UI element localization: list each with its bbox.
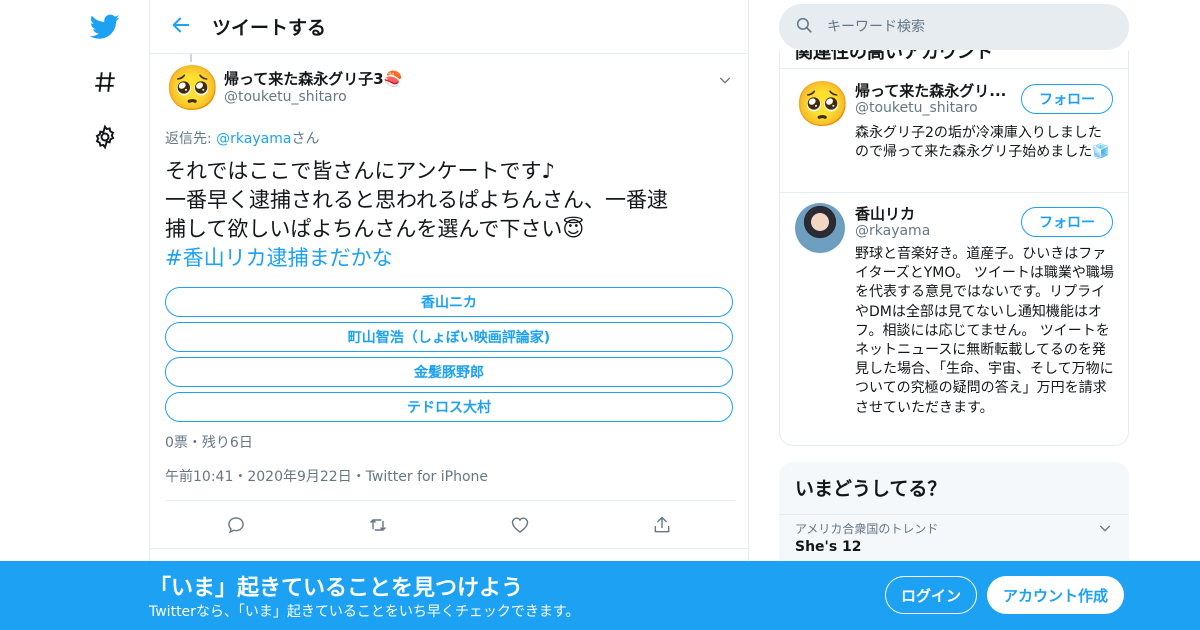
divider xyxy=(780,192,1128,193)
tweet-text: それではここで皆さんにアンケートです♪ 一番早く逮捕されると思われるぱよちんさん… xyxy=(165,157,735,273)
heart-icon[interactable] xyxy=(507,512,533,538)
thread-connector xyxy=(190,54,192,62)
author-name[interactable]: 帰って来た森永グリ子3🍣 xyxy=(224,68,402,89)
trend-location: アメリカ合衆国のトレンド xyxy=(795,522,939,536)
poll-option[interactable]: 町山智浩（しょぼい映画評論家) xyxy=(165,322,733,352)
chevron-down-icon[interactable] xyxy=(1097,520,1113,540)
page-header: ツイートする xyxy=(150,0,748,54)
tweet-actions xyxy=(165,512,735,538)
divider xyxy=(150,548,750,549)
reply-to-line: 返信先: @rkayamaさん xyxy=(165,128,319,148)
user-handle: @touketu_shitaro xyxy=(855,100,978,116)
arrow-left-icon xyxy=(170,14,192,40)
follow-button[interactable]: フォロー xyxy=(1021,207,1113,237)
back-button[interactable] xyxy=(150,0,212,54)
user-bio: 森永グリ子2の垢が冷凍庫入りしましたので帰って来た森永グリ子始めました🧊 xyxy=(855,125,1110,161)
left-nav xyxy=(78,0,134,630)
gear-icon[interactable] xyxy=(90,122,120,152)
user-name[interactable]: 帰って来た森永グリ... xyxy=(855,80,1015,101)
page-title: ツイートする xyxy=(212,17,327,39)
trend-item[interactable]: She's 12 xyxy=(795,539,862,555)
search-bar[interactable] xyxy=(779,4,1129,50)
related-accounts-panel: 関連性の高いアカウント 🥺 帰って来た森永グリ... @touketu_shit… xyxy=(779,50,1129,446)
avatar[interactable]: 🥺 xyxy=(795,80,850,130)
chevron-down-icon[interactable] xyxy=(717,72,733,92)
tweet-text-line: それではここで皆さんにアンケートです♪ xyxy=(165,159,555,183)
author-handle[interactable]: @touketu_shitaro xyxy=(224,89,347,105)
user-cell[interactable]: 香山リカ @rkayama フォロー 野球と音楽好き。道産子。ひいきはファイター… xyxy=(780,203,1128,443)
follow-button[interactable]: フォロー xyxy=(1021,84,1113,114)
user-name[interactable]: 香山リカ xyxy=(855,203,1015,224)
reply-suffix: さん xyxy=(291,131,320,147)
tweet-timestamp[interactable]: 午前10:41・2020年9月22日・Twitter for iPhone xyxy=(165,466,488,486)
avatar[interactable] xyxy=(795,203,845,253)
divider xyxy=(780,68,1128,69)
related-heading: 関連性の高いアカウント xyxy=(795,50,993,63)
signup-button[interactable]: アカウント作成 xyxy=(987,576,1124,614)
poll-option[interactable]: 香山ニカ xyxy=(165,287,733,317)
twitter-logo-icon[interactable] xyxy=(90,12,120,42)
search-input[interactable] xyxy=(827,19,1107,35)
tweet-text-line: 捕して欲しいぱよちんさんを選んで下さい😇 xyxy=(165,217,585,241)
banner-subtitle: Twitterなら、「いま」起きていることをいち早くチェックできます。 xyxy=(149,604,580,620)
divider xyxy=(779,514,1129,515)
poll-meta: 0票・残り6日 xyxy=(165,435,253,451)
user-handle: @rkayama xyxy=(855,223,931,239)
reply-prefix: 返信先: xyxy=(165,131,217,147)
avatar[interactable]: 🥺 xyxy=(165,64,220,114)
poll-option[interactable]: テドロス大村 xyxy=(165,392,733,422)
main-column: ツイートする 🥺 帰って来た森永グリ子3🍣 @touketu_shitaro 返… xyxy=(149,0,750,630)
banner-title: 「いま」起きていることを見つけよう xyxy=(149,576,524,601)
retweet-icon[interactable] xyxy=(365,512,391,538)
user-cell[interactable]: 🥺 帰って来た森永グリ... @touketu_shitaro フォロー 森永グ… xyxy=(780,80,1128,222)
reply-mention-link[interactable]: @rkayama xyxy=(216,131,291,147)
hashtag-icon[interactable] xyxy=(90,67,120,97)
reply-icon[interactable] xyxy=(223,512,249,538)
trends-title: いまどうしてる？ xyxy=(795,478,947,500)
poll: 香山ニカ 町山智浩（しょぼい映画評論家) 金髪豚野郎 テドロス大村 xyxy=(165,287,733,427)
user-bio: 野球と音楽好き。道産子。ひいきはファイターズとYMO。 ツイートは職業や職場を代… xyxy=(855,246,1114,416)
tweet-author: 🥺 帰って来た森永グリ子3🍣 @touketu_shitaro xyxy=(165,64,735,116)
search-icon xyxy=(795,16,813,38)
tweet-text-line: 一番早く逮捕されると思われるぱよちんさん、一番逮 xyxy=(165,188,668,212)
login-button[interactable]: ログイン xyxy=(885,576,977,614)
login-banner: 「いま」起きていることを見つけよう Twitterなら、「いま」起きていることを… xyxy=(0,561,1200,630)
poll-option[interactable]: 金髪豚野郎 xyxy=(165,357,733,387)
share-icon[interactable] xyxy=(649,512,675,538)
hashtag-link[interactable]: #香山リカ逮捕まだかな xyxy=(165,244,735,273)
divider xyxy=(165,500,735,501)
